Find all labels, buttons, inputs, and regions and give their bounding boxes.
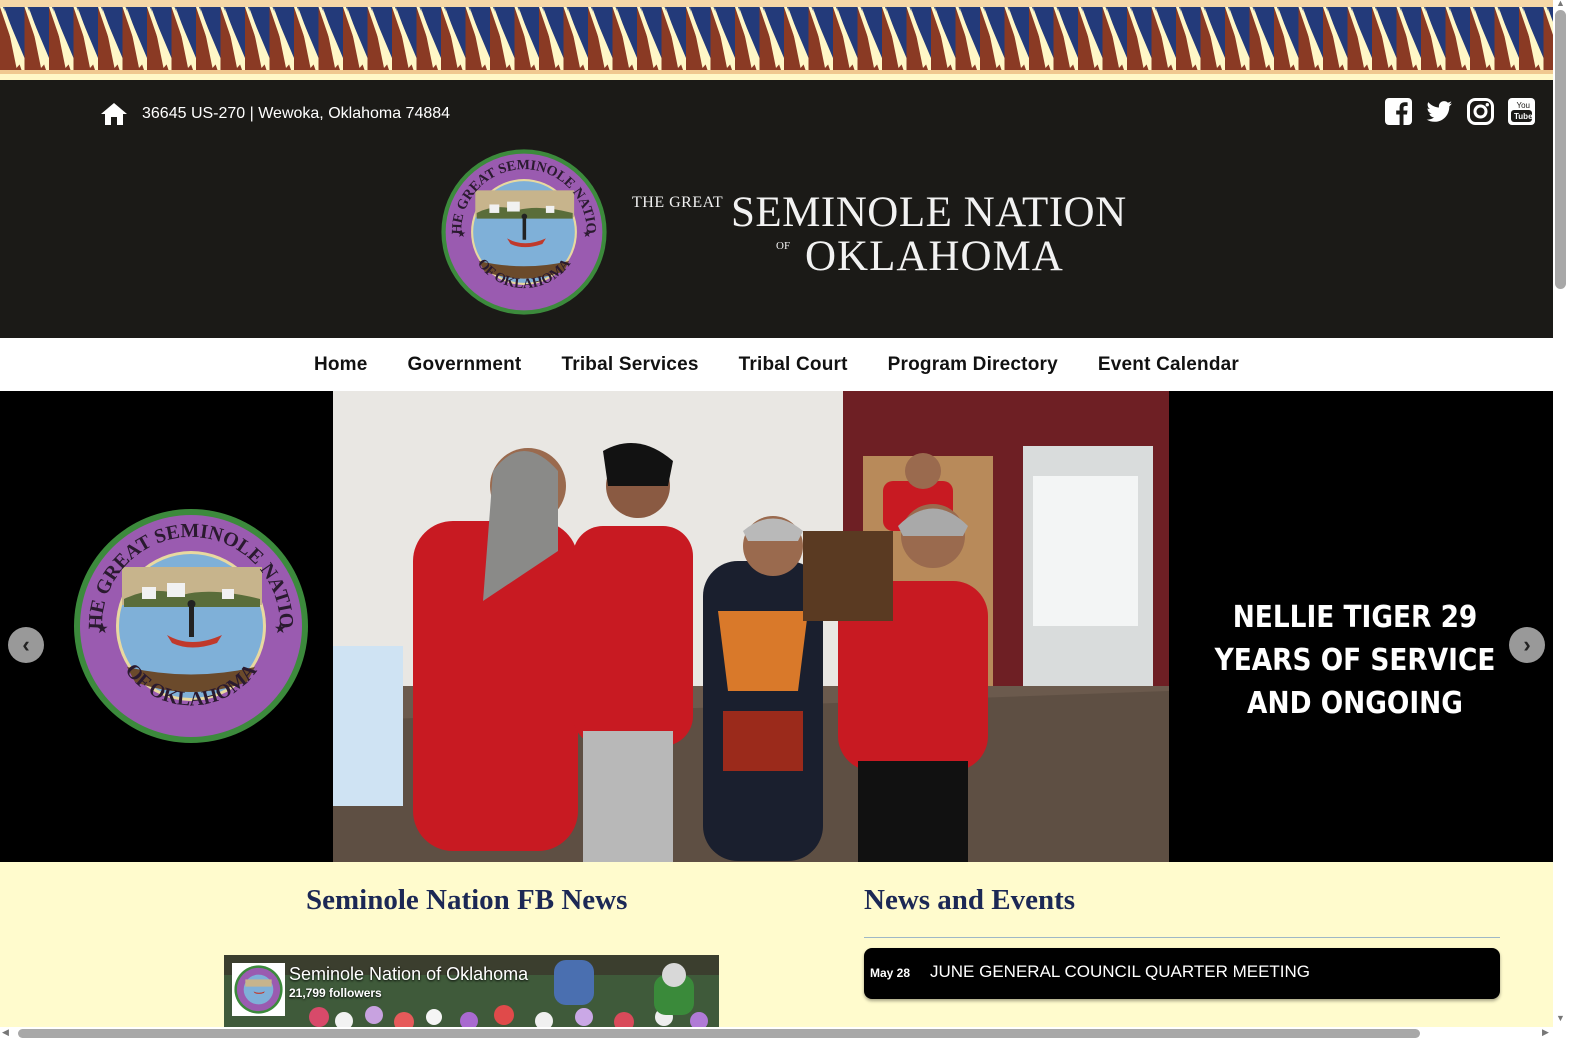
facebook-page-widget[interactable]: Seminole Nation of Oklahoma 21,799 follo… xyxy=(224,955,719,1030)
chevron-right-icon: › xyxy=(1523,632,1531,657)
title-oklahoma: OKLAHOMA xyxy=(805,233,1064,280)
event-item[interactable]: May 28 JUNE GENERAL COUNCIL QUARTER MEET… xyxy=(864,948,1500,999)
seminole-nation-seal-logo[interactable]: THE GREAT SEMINOLE NATION OF OKLAHOMA ★ … xyxy=(435,136,608,316)
hero-slider: THE GREAT SEMINOLE NATION OF OKLAHOMA ★ … xyxy=(0,391,1553,862)
slide-seal-image: THE GREAT SEMINOLE NATION OF OKLAHOMA ★ … xyxy=(65,490,310,745)
event-title[interactable]: JUNE GENERAL COUNCIL QUARTER MEETING xyxy=(930,962,1310,982)
decorative-patchwork-band xyxy=(0,0,1553,80)
fb-page-avatar[interactable] xyxy=(232,963,285,1016)
svg-text:★: ★ xyxy=(274,620,287,636)
slider-next-button[interactable]: › xyxy=(1509,627,1545,663)
scroll-down-arrow-icon[interactable]: ▼ xyxy=(1553,1013,1568,1025)
slide-caption: NELLIE TIGER 29 YEARS OF SERVICE AND ONG… xyxy=(1214,600,1496,721)
divider xyxy=(864,937,1500,938)
nav-tribal-services[interactable]: Tribal Services xyxy=(561,354,698,376)
home-icon[interactable] xyxy=(100,102,128,126)
nav-event-calendar[interactable]: Event Calendar xyxy=(1098,354,1239,376)
svg-text:★: ★ xyxy=(583,229,592,240)
main-navigation: Home Government Tribal Services Tribal C… xyxy=(0,338,1553,391)
fb-page-name[interactable]: Seminole Nation of Oklahoma xyxy=(289,964,528,985)
horizontal-scrollbar-thumb[interactable] xyxy=(18,1029,1420,1038)
facebook-icon[interactable] xyxy=(1385,98,1412,125)
site-header: 36645 US-270 | Wewoka, Oklahoma 74884 Yo… xyxy=(0,80,1553,338)
social-links: You Tube xyxy=(1385,98,1535,125)
svg-text:★: ★ xyxy=(96,620,109,636)
news-events-heading: News and Events xyxy=(864,884,1076,916)
slide-photo[interactable] xyxy=(333,391,1169,862)
nav-program-directory[interactable]: Program Directory xyxy=(888,354,1058,376)
slider-prev-button[interactable]: ‹ xyxy=(8,627,44,663)
nav-home[interactable]: Home xyxy=(314,354,368,376)
event-date: May 28 xyxy=(870,966,911,980)
title-of: OF xyxy=(776,240,791,252)
nav-tribal-court[interactable]: Tribal Court xyxy=(739,354,848,376)
nav-government[interactable]: Government xyxy=(408,354,522,376)
scroll-right-arrow-icon[interactable]: ▶ xyxy=(1542,1027,1549,1038)
instagram-icon[interactable] xyxy=(1467,98,1494,125)
chevron-left-icon: ‹ xyxy=(22,632,30,657)
address-bar: 36645 US-270 | Wewoka, Oklahoma 74884 xyxy=(100,102,450,126)
svg-text:Tube: Tube xyxy=(1514,112,1533,121)
scroll-left-arrow-icon[interactable]: ◀ xyxy=(2,1027,9,1038)
youtube-icon[interactable]: You Tube xyxy=(1508,98,1535,125)
twitter-icon[interactable] xyxy=(1426,98,1453,125)
svg-text:You: You xyxy=(1517,101,1531,110)
scroll-up-arrow-icon[interactable]: ▲ xyxy=(1553,0,1568,8)
content-area: Seminole Nation FB News News and Events xyxy=(0,862,1553,1053)
address-text: 36645 US-270 | Wewoka, Oklahoma 74884 xyxy=(142,105,451,122)
title-the-great: THE GREAT xyxy=(632,194,724,211)
fb-follower-count: 21,799 followers xyxy=(289,986,382,1000)
vertical-scrollbar-thumb[interactable] xyxy=(1555,10,1566,289)
title-seminole-nation: SEMINOLE NATION xyxy=(731,189,1127,236)
svg-text:★: ★ xyxy=(457,229,466,240)
fb-news-heading: Seminole Nation FB News xyxy=(306,884,628,916)
